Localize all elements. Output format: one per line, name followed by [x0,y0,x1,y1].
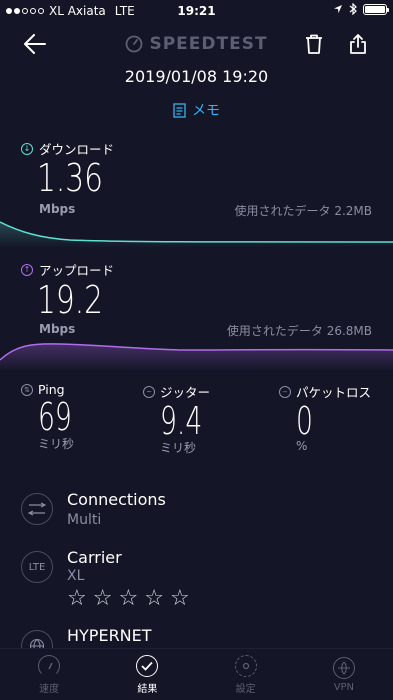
ping-value: 69 [38,395,72,439]
vpn-globe-icon [332,656,355,679]
speedtest-logo-icon [126,35,143,53]
ping-metric: ⇅ Ping 69 ミリ秒 [21,382,86,452]
tab-vpn[interactable]: VPN [295,649,393,700]
upload-arrow-icon: ↑ [21,263,33,276]
packet-loss-value: 0 [296,399,313,443]
upload-value: 19.2 [37,278,103,322]
rating-star-icon[interactable]: ☆ [67,586,87,611]
carrier-row: LTE Carrier XL ☆ ☆ ☆ ☆ ☆ [21,548,190,611]
upload-label: ↑ アップロード [21,260,114,279]
memo-icon [173,102,186,118]
server-title: HYPERNET [67,626,152,645]
result-datetime: 2019/01/08 19:20 [124,67,269,86]
carrier-title: Carrier [67,548,122,567]
rating-star-icon[interactable]: ☆ [144,586,164,611]
memo-button[interactable]: メモ [0,100,393,120]
tab-bar: 速度 結果 設定 VPN [0,648,393,700]
packet-loss-icon: − [279,385,291,398]
gear-icon [234,654,257,677]
share-icon[interactable] [348,33,368,55]
jitter-metric: ~ ジッター 9.4 ミリ秒 [143,382,220,456]
connections-title: Connections [67,490,166,509]
upload-label-text: アップロード [39,263,115,278]
tab-speed-label: 速度 [39,683,60,695]
memo-label: メモ [192,103,220,119]
upload-graph [0,343,393,372]
rating-star-icon[interactable]: ☆ [93,586,113,611]
status-right-icons [333,3,389,15]
status-bar: XL Axiata LTE 19:21 [0,0,393,22]
app-title: SPEEDTEST [0,34,393,54]
rating-star-icon[interactable]: ☆ [170,586,190,611]
upload-unit: Mbps [39,322,76,336]
connections-value: Multi [67,512,102,528]
tab-results[interactable]: 結果 [98,649,196,700]
lte-icon: LTE [21,551,53,583]
download-arrow-icon: ↓ [21,142,33,155]
checkmark-icon [136,654,159,677]
tab-settings[interactable]: 設定 [197,649,295,700]
rating-star-icon[interactable]: ☆ [118,586,138,611]
tab-speed[interactable]: 速度 [0,649,98,700]
lte-icon-text: LTE [28,561,46,573]
battery-icon [363,3,389,15]
app-title-text: SPEEDTEST [149,34,268,54]
location-icon [334,5,342,13]
bluetooth-icon [349,3,357,15]
tab-vpn-label: VPN [333,681,355,693]
speedometer-icon [38,654,61,677]
tab-results-label: 結果 [137,683,158,695]
jitter-icon: ~ [143,385,155,398]
download-value: 1.36 [37,156,103,200]
download-graph [0,221,393,248]
trash-icon[interactable] [303,33,325,55]
tab-settings-label: 設定 [235,683,256,695]
connections-icon [21,493,53,525]
ping-icon: ⇅ [21,383,33,396]
connections-row: Connections Multi [21,490,166,528]
packet-loss-metric: − パケットロス 0 % [279,382,371,453]
jitter-value: 9.4 [160,399,203,443]
carrier-rating[interactable]: ☆ ☆ ☆ ☆ ☆ [67,586,190,611]
carrier-value: XL [67,568,85,584]
